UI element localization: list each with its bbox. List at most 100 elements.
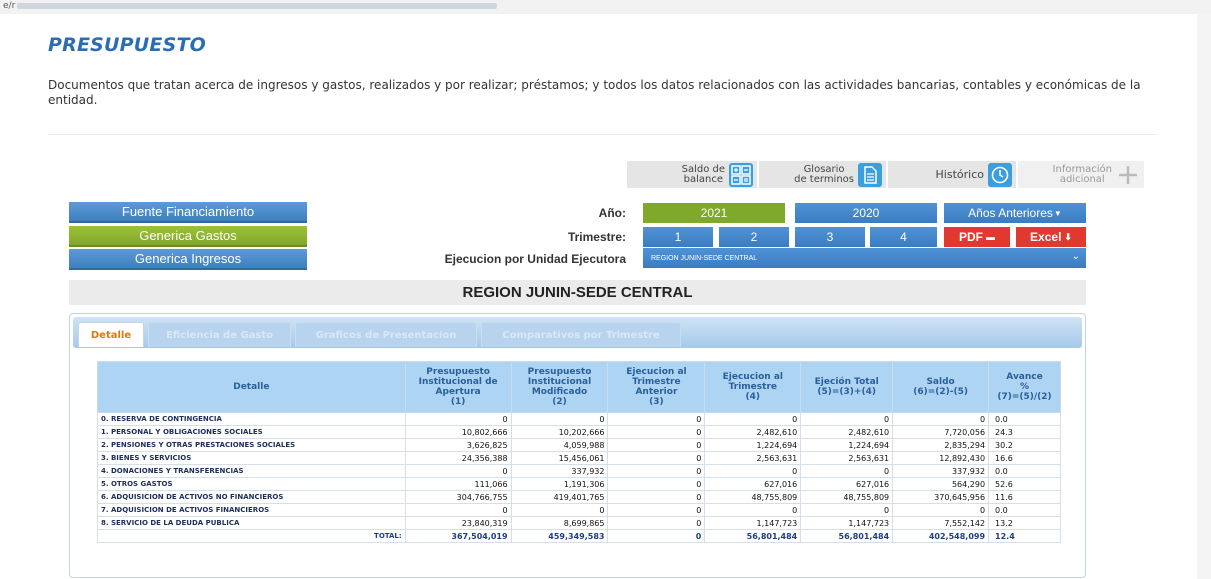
quarter-1-button[interactable]: 1	[643, 227, 713, 247]
address-bar[interactable]: e/r	[0, 0, 1211, 14]
saldo-line2: balance	[683, 173, 723, 185]
quarter-4-button[interactable]: 4	[870, 227, 937, 247]
row-name: 8. SERVICIO DE LA DEUDA PUBLICA	[97, 516, 406, 530]
historico-label: Histórico	[935, 167, 984, 181]
cell-ejec-anterior: 0	[607, 516, 706, 530]
row-name: 2. PENSIONES Y OTRAS PRESTACIONES SOCIAL…	[97, 438, 406, 452]
table-row: 5. OTROS GASTOS 111,066 1,191,306 0 627,…	[97, 477, 1061, 491]
info-adicional-button[interactable]: Información adicional	[1018, 161, 1144, 188]
caret-down-icon: ▼	[1053, 208, 1062, 218]
quarter-2-button[interactable]: 2	[719, 227, 789, 247]
cell-ejec-anterior: 0	[607, 464, 706, 478]
page-description: Documentos que tratan acerca de ingresos…	[48, 78, 1141, 107]
unit-select[interactable]: REGION JUNIN-SEDE CENTRAL ⌄	[643, 248, 1086, 268]
cell-pim: 0	[510, 412, 609, 426]
table-row: 3. BIENES Y SERVICIOS 24,356,388 15,456,…	[97, 451, 1061, 465]
header-saldo: Saldo (6)=(2)-(5)	[892, 361, 990, 413]
cell-pim: 337,932	[510, 464, 609, 478]
info-line1: Información	[1052, 163, 1112, 175]
tab-graficos-presentacion[interactable]: Graficos de Presentacion	[295, 322, 477, 347]
tab-eficiencia-gasto[interactable]: Eficiencia de Gasto	[148, 322, 291, 347]
table-row: 7. ADQUISICION DE ACTIVOS FINANCIEROS 0 …	[97, 503, 1061, 517]
total-ejec-total: 56,801,484	[800, 529, 894, 543]
table-row: 4. DONACIONES Y TRANSFERENCIAS 0 337,932…	[97, 464, 1061, 478]
cell-ejec-total: 0	[800, 412, 894, 426]
cell-ejec-trimestre: 627,016	[704, 477, 802, 491]
quarter-label: Trimestre:	[567, 230, 626, 244]
divider	[48, 134, 1158, 135]
tab-comparativos-trimestre[interactable]: Comparativos por Trimestre	[481, 322, 681, 347]
tab-bar: Detalle Eficiencia de Gasto Graficos de …	[73, 317, 1082, 348]
cell-avance: 16.6	[988, 451, 1061, 465]
cell-saldo: 0	[892, 503, 990, 517]
cell-ejec-anterior: 0	[607, 412, 706, 426]
cell-pia: 3,626,825	[404, 438, 512, 452]
cell-pim: 10,202,666	[510, 425, 609, 439]
cell-ejec-total: 0	[800, 464, 894, 478]
cell-ejec-trimestre: 0	[704, 503, 802, 517]
table-row: 0. RESERVA DE CONTINGENCIA 0 0 0 0 0 0 0…	[97, 412, 1061, 426]
cell-pia: 0	[404, 503, 512, 517]
total-pia: 367,504,019	[404, 529, 512, 543]
saldo-balance-button[interactable]: Saldo de balance	[627, 161, 757, 188]
tab-detalle[interactable]: Detalle	[78, 322, 144, 347]
clock-icon	[988, 162, 1012, 187]
cell-pia: 24,356,388	[404, 451, 512, 465]
table-row: 6. ADQUISICION DE ACTIVOS NO FINANCIEROS…	[97, 490, 1061, 504]
cell-pia: 111,066	[404, 477, 512, 491]
previous-years-label: Años Anteriores	[968, 206, 1053, 220]
year-label: Año:	[598, 206, 626, 220]
url-blurred	[17, 2, 498, 9]
cell-ejec-trimestre: 1,224,694	[704, 438, 802, 452]
saldo-line1: Saldo de	[681, 163, 725, 175]
glosario-label: Glosario de terminos	[794, 164, 854, 185]
previous-years-dropdown[interactable]: Años Anteriores ▼	[944, 203, 1086, 223]
cell-ejec-total: 1,147,723	[800, 516, 894, 530]
row-name: 6. ADQUISICION DE ACTIVOS NO FINANCIEROS	[97, 490, 406, 504]
pdf-button[interactable]: PDF ▬	[944, 227, 1010, 247]
row-name: 0. RESERVA DE CONTINGENCIA	[97, 412, 406, 426]
cell-pim: 15,456,061	[510, 451, 609, 465]
cell-pim: 419,401,765	[510, 490, 609, 504]
cell-pia: 0	[404, 412, 512, 426]
total-ejec-trimestre: 56,801,484	[704, 529, 802, 543]
cell-ejec-anterior: 0	[607, 438, 706, 452]
menu-generica-ingresos[interactable]: Generica Ingresos	[69, 249, 307, 270]
table-header-row: Detalle Presupuesto Institucional de Apert…	[97, 361, 1061, 413]
cell-ejec-anterior: 0	[607, 503, 706, 517]
cell-avance: 24.3	[988, 425, 1061, 439]
scrollbar-track[interactable]	[1197, 14, 1211, 579]
glosario-line2: de terminos	[794, 173, 854, 185]
menu-fuente-financiamiento[interactable]: Fuente Financiamiento	[69, 202, 307, 223]
year-2020-button[interactable]: 2020	[795, 203, 937, 223]
header-avance: Avance% (7)=(5)/(2)	[988, 361, 1061, 413]
cell-avance: 13.2	[988, 516, 1061, 530]
region-title: REGION JUNIN-SEDE CENTRAL	[69, 280, 1086, 305]
cell-saldo: 370,645,956	[892, 490, 990, 504]
cell-ejec-trimestre: 2,482,610	[704, 425, 802, 439]
historico-button[interactable]: Histórico	[888, 161, 1016, 188]
menu-generica-gastos[interactable]: Generica Gastos	[69, 226, 307, 247]
total-avance: 12.4	[988, 529, 1061, 543]
row-name: 4. DONACIONES Y TRANSFERENCIAS	[97, 464, 406, 478]
glosario-button[interactable]: Glosario de terminos	[759, 161, 886, 188]
header-ejec-trimestre: Ejecucion al Trimestre (4)	[704, 361, 802, 413]
header-pim: Presupuesto Institucional Modificado (2)	[510, 361, 609, 413]
excel-button[interactable]: Excel ⬇	[1016, 227, 1086, 247]
url-text: e/r	[3, 1, 16, 11]
year-2021-button[interactable]: 2021	[643, 203, 785, 223]
unit-label: Ejecucion por Unidad Ejecutora	[444, 252, 626, 266]
total-saldo: 402,548,099	[892, 529, 990, 543]
plus-icon	[1116, 163, 1140, 187]
cell-ejec-trimestre: 0	[704, 412, 802, 426]
quarter-3-button[interactable]: 3	[795, 227, 865, 247]
cell-pim: 0	[510, 503, 609, 517]
cell-ejec-anterior: 0	[607, 451, 706, 465]
cell-pia: 0	[404, 464, 512, 478]
page-title: PRESUPUESTO	[48, 34, 206, 56]
row-name: 7. ADQUISICION DE ACTIVOS FINANCIEROS	[97, 503, 406, 517]
calculator-icon	[729, 162, 753, 187]
cell-ejec-total: 2,482,610	[800, 425, 894, 439]
excel-label: Excel	[1030, 230, 1062, 244]
cell-saldo: 2,835,294	[892, 438, 990, 452]
